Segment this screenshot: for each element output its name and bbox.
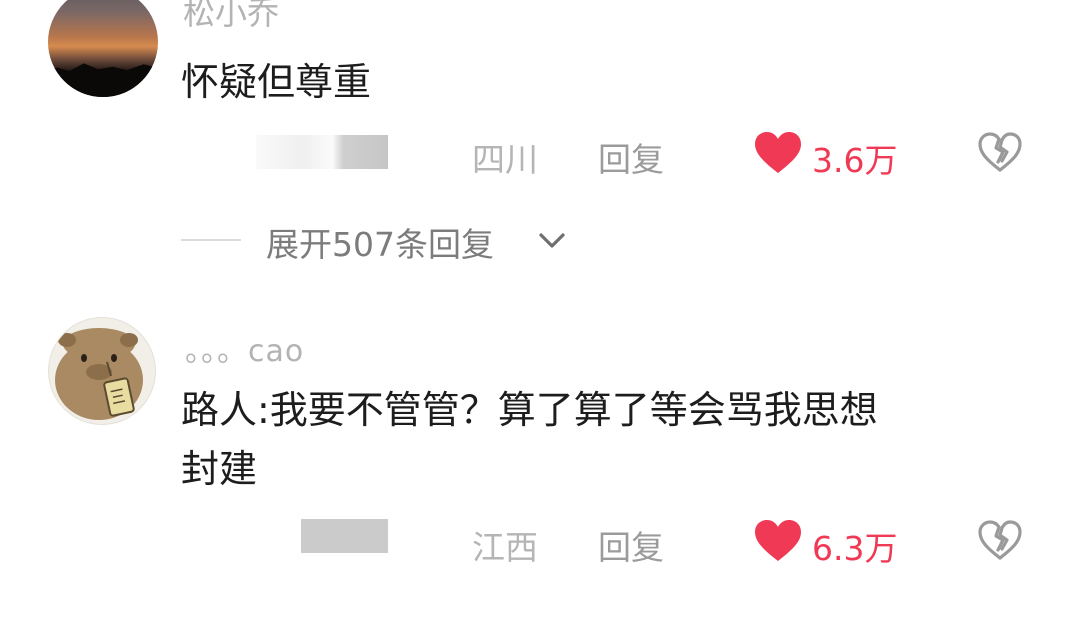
- expand-replies-button[interactable]: 展开507条回复: [266, 218, 494, 266]
- broken-heart-icon[interactable]: [977, 519, 1023, 561]
- reply-button[interactable]: 回复: [598, 133, 664, 181]
- avatar-sunset-image: [48, 63, 158, 97]
- comment-location: 江西: [472, 528, 538, 567]
- comment-text: 怀疑但尊重: [181, 60, 372, 104]
- comment-username[interactable]: 松小乔: [183, 0, 279, 34]
- avatar[interactable]: [48, 317, 156, 425]
- capybara-avatar-image: [55, 328, 143, 420]
- expand-divider: [181, 239, 241, 241]
- comment-text-continuation: 封建: [181, 447, 258, 491]
- reply-button[interactable]: 回复: [598, 521, 664, 569]
- comment-text: 路人:我要不管管？算了算了等会骂我思想: [181, 388, 878, 432]
- redacted-timestamp: [256, 135, 388, 169]
- comment-location: 四川: [472, 140, 538, 179]
- broken-heart-icon[interactable]: [977, 131, 1023, 173]
- avatar[interactable]: [48, 0, 158, 97]
- heart-filled-icon[interactable]: [754, 519, 802, 563]
- heart-filled-icon[interactable]: [754, 131, 802, 175]
- like-count: 6.3万: [812, 529, 898, 568]
- comment-username[interactable]: 。。。cao: [185, 326, 304, 370]
- chevron-down-icon[interactable]: [537, 228, 567, 252]
- redacted-timestamp: [301, 519, 388, 553]
- like-count: 3.6万: [812, 141, 898, 180]
